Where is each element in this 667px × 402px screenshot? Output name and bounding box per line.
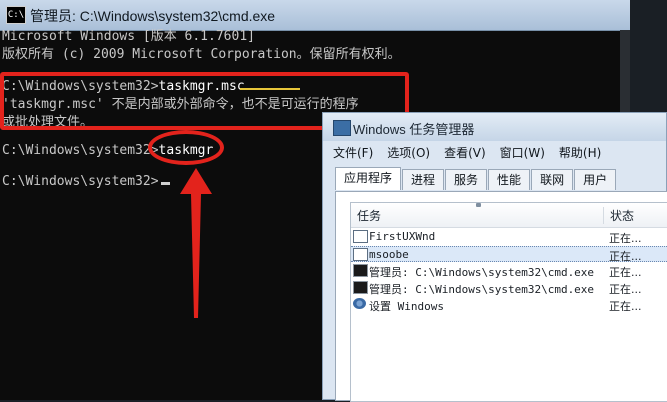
task-manager-title: Windows 任务管理器 [353, 122, 475, 137]
console-prompt: C:\Windows\system32> [2, 174, 159, 189]
cmd-titlebar[interactable]: C:\ 管理员: C:\Windows\system32\cmd.exe [0, 0, 630, 31]
menu-view[interactable]: 查看(V) [444, 143, 486, 163]
task-manager-icon [333, 120, 351, 136]
window-icon [353, 230, 368, 243]
task-list-header: 任务 状态 [351, 203, 667, 228]
task-status: 正在... [609, 283, 642, 296]
tab-networking[interactable]: 联网 [531, 169, 574, 190]
task-list[interactable]: 任务 状态 FirstUXWnd 正在... msoobe 正在... 管理员:… [350, 202, 667, 402]
task-manager-menubar: 文件(F) 选项(O) 查看(V) 窗口(W) 帮助(H) [333, 143, 601, 163]
menu-file[interactable]: 文件(F) [333, 143, 373, 163]
settings-icon [353, 298, 366, 309]
column-header-status[interactable]: 状态 [603, 207, 634, 224]
cmd-icon [353, 281, 368, 294]
task-name: 管理员: C:\Windows\system32\cmd.exe [369, 283, 595, 296]
tab-processes[interactable]: 进程 [402, 169, 445, 190]
task-manager-titlebar[interactable]: Windows 任务管理器 [323, 113, 666, 141]
menu-window[interactable]: 窗口(W) [500, 143, 545, 163]
task-status: 正在... [609, 250, 642, 263]
task-name: 设置 Windows [369, 300, 444, 313]
task-name: 管理员: C:\Windows\system32\cmd.exe [369, 266, 595, 279]
task-name: FirstUXWnd [369, 230, 436, 243]
console-cursor [160, 182, 170, 185]
console-line-copyright: 版权所有 (c) 2009 Microsoft Corporation。保留所有… [2, 47, 401, 62]
console-line-prompt: C:\Windows\system32> [2, 173, 170, 191]
tab-performance[interactable]: 性能 [488, 169, 531, 190]
task-status: 正在... [609, 232, 642, 245]
menu-options[interactable]: 选项(O) [387, 143, 430, 163]
applications-panel: 任务 状态 FirstUXWnd 正在... msoobe 正在... 管理员:… [335, 191, 667, 402]
task-name: msoobe [369, 248, 409, 261]
sort-indicator-icon [476, 203, 481, 207]
table-row[interactable]: 管理员: C:\Windows\system32\cmd.exe 正在... [351, 280, 667, 296]
console-line-version: Microsoft Windows [版本 6.1.7601] [2, 29, 255, 44]
cmd-icon [353, 264, 368, 277]
table-row[interactable]: msoobe 正在... [351, 246, 667, 263]
window-icon [353, 248, 368, 261]
task-status: 正在... [609, 300, 642, 313]
red-highlight-ellipse [148, 130, 224, 165]
table-row[interactable]: 管理员: C:\Windows\system32\cmd.exe 正在... [351, 263, 667, 279]
table-row[interactable]: 设置 Windows 正在... [351, 297, 667, 313]
task-manager-tabs: 应用程序 进程 服务 性能 联网 用户 [335, 167, 617, 191]
task-status: 正在... [609, 266, 642, 279]
tab-applications[interactable]: 应用程序 [335, 167, 402, 190]
tab-services[interactable]: 服务 [445, 169, 488, 190]
table-row[interactable]: FirstUXWnd 正在... [351, 229, 667, 245]
menu-help[interactable]: 帮助(H) [559, 143, 601, 163]
red-arrow-up-icon [180, 168, 212, 318]
task-manager-window[interactable]: Windows 任务管理器 文件(F) 选项(O) 查看(V) 窗口(W) 帮助… [322, 112, 667, 402]
console-prompt: C:\Windows\system32> [2, 143, 159, 158]
column-header-task[interactable]: 任务 [357, 207, 381, 224]
tab-users[interactable]: 用户 [574, 169, 617, 190]
cmd-window-title: 管理员: C:\Windows\system32\cmd.exe [30, 8, 276, 24]
cmd-icon: C:\ [6, 6, 26, 24]
